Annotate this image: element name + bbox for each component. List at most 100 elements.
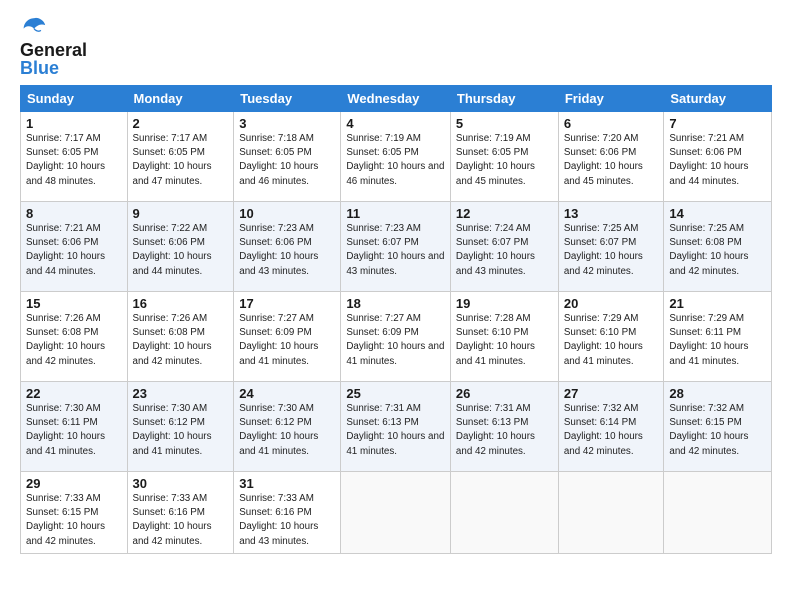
calendar-cell: 27 Sunrise: 7:32 AM Sunset: 6:14 PM Dayl… [558,382,664,472]
calendar-cell: 8 Sunrise: 7:21 AM Sunset: 6:06 PM Dayli… [21,202,128,292]
day-info: Sunrise: 7:31 AM Sunset: 6:13 PM Dayligh… [346,402,445,459]
day-number: 5 [456,116,553,131]
col-header-friday: Friday [558,86,664,112]
day-info: Sunrise: 7:20 AM Sunset: 6:06 PM Dayligh… [564,132,659,189]
calendar-cell: 7 Sunrise: 7:21 AM Sunset: 6:06 PM Dayli… [664,112,772,202]
calendar-week-1: 1 Sunrise: 7:17 AM Sunset: 6:05 PM Dayli… [21,112,772,202]
day-number: 22 [26,386,122,401]
day-info: Sunrise: 7:25 AM Sunset: 6:07 PM Dayligh… [564,222,659,279]
day-info: Sunrise: 7:29 AM Sunset: 6:10 PM Dayligh… [564,312,659,369]
day-info: Sunrise: 7:27 AM Sunset: 6:09 PM Dayligh… [239,312,335,369]
day-number: 8 [26,206,122,221]
day-number: 31 [239,476,335,491]
calendar-cell: 10 Sunrise: 7:23 AM Sunset: 6:06 PM Dayl… [234,202,341,292]
day-number: 15 [26,296,122,311]
calendar-week-2: 8 Sunrise: 7:21 AM Sunset: 6:06 PM Dayli… [21,202,772,292]
calendar-cell: 18 Sunrise: 7:27 AM Sunset: 6:09 PM Dayl… [341,292,451,382]
day-info: Sunrise: 7:30 AM Sunset: 6:11 PM Dayligh… [26,402,122,459]
day-number: 6 [564,116,659,131]
day-number: 23 [133,386,229,401]
day-info: Sunrise: 7:23 AM Sunset: 6:07 PM Dayligh… [346,222,445,279]
day-number: 26 [456,386,553,401]
calendar-cell [558,472,664,554]
logo: General Blue [20,16,87,77]
day-number: 19 [456,296,553,311]
calendar-cell: 1 Sunrise: 7:17 AM Sunset: 6:05 PM Dayli… [21,112,128,202]
day-number: 17 [239,296,335,311]
col-header-sunday: Sunday [21,86,128,112]
day-info: Sunrise: 7:21 AM Sunset: 6:06 PM Dayligh… [669,132,766,189]
day-number: 10 [239,206,335,221]
calendar-cell: 25 Sunrise: 7:31 AM Sunset: 6:13 PM Dayl… [341,382,451,472]
day-number: 9 [133,206,229,221]
calendar-cell: 20 Sunrise: 7:29 AM Sunset: 6:10 PM Dayl… [558,292,664,382]
day-number: 4 [346,116,445,131]
calendar-cell: 16 Sunrise: 7:26 AM Sunset: 6:08 PM Dayl… [127,292,234,382]
day-number: 11 [346,206,445,221]
day-number: 18 [346,296,445,311]
day-info: Sunrise: 7:28 AM Sunset: 6:10 PM Dayligh… [456,312,553,369]
day-info: Sunrise: 7:27 AM Sunset: 6:09 PM Dayligh… [346,312,445,369]
day-number: 28 [669,386,766,401]
day-number: 13 [564,206,659,221]
day-info: Sunrise: 7:18 AM Sunset: 6:05 PM Dayligh… [239,132,335,189]
calendar-cell: 6 Sunrise: 7:20 AM Sunset: 6:06 PM Dayli… [558,112,664,202]
calendar-cell: 28 Sunrise: 7:32 AM Sunset: 6:15 PM Dayl… [664,382,772,472]
day-info: Sunrise: 7:29 AM Sunset: 6:11 PM Dayligh… [669,312,766,369]
day-info: Sunrise: 7:25 AM Sunset: 6:08 PM Dayligh… [669,222,766,279]
day-info: Sunrise: 7:26 AM Sunset: 6:08 PM Dayligh… [26,312,122,369]
col-header-thursday: Thursday [450,86,558,112]
day-info: Sunrise: 7:30 AM Sunset: 6:12 PM Dayligh… [239,402,335,459]
day-number: 27 [564,386,659,401]
calendar-cell: 30 Sunrise: 7:33 AM Sunset: 6:16 PM Dayl… [127,472,234,554]
col-header-saturday: Saturday [664,86,772,112]
day-info: Sunrise: 7:17 AM Sunset: 6:05 PM Dayligh… [133,132,229,189]
day-number: 3 [239,116,335,131]
calendar-week-3: 15 Sunrise: 7:26 AM Sunset: 6:08 PM Dayl… [21,292,772,382]
calendar-cell: 23 Sunrise: 7:30 AM Sunset: 6:12 PM Dayl… [127,382,234,472]
calendar-cell [450,472,558,554]
calendar-cell: 19 Sunrise: 7:28 AM Sunset: 6:10 PM Dayl… [450,292,558,382]
calendar-cell: 13 Sunrise: 7:25 AM Sunset: 6:07 PM Dayl… [558,202,664,292]
calendar-cell: 14 Sunrise: 7:25 AM Sunset: 6:08 PM Dayl… [664,202,772,292]
day-number: 2 [133,116,229,131]
calendar-cell: 22 Sunrise: 7:30 AM Sunset: 6:11 PM Dayl… [21,382,128,472]
logo-blue: Blue [20,59,87,77]
page: General Blue SundayMondayTuesdayWednesda… [0,0,792,564]
calendar-cell: 21 Sunrise: 7:29 AM Sunset: 6:11 PM Dayl… [664,292,772,382]
day-number: 20 [564,296,659,311]
day-info: Sunrise: 7:30 AM Sunset: 6:12 PM Dayligh… [133,402,229,459]
calendar-cell: 17 Sunrise: 7:27 AM Sunset: 6:09 PM Dayl… [234,292,341,382]
logo-general: General [20,40,87,60]
header: General Blue [20,16,772,77]
calendar-week-4: 22 Sunrise: 7:30 AM Sunset: 6:11 PM Dayl… [21,382,772,472]
calendar-cell: 29 Sunrise: 7:33 AM Sunset: 6:15 PM Dayl… [21,472,128,554]
day-info: Sunrise: 7:23 AM Sunset: 6:06 PM Dayligh… [239,222,335,279]
day-number: 25 [346,386,445,401]
day-info: Sunrise: 7:19 AM Sunset: 6:05 PM Dayligh… [346,132,445,189]
day-number: 12 [456,206,553,221]
calendar-cell: 12 Sunrise: 7:24 AM Sunset: 6:07 PM Dayl… [450,202,558,292]
calendar-cell: 24 Sunrise: 7:30 AM Sunset: 6:12 PM Dayl… [234,382,341,472]
day-number: 24 [239,386,335,401]
day-info: Sunrise: 7:32 AM Sunset: 6:14 PM Dayligh… [564,402,659,459]
day-number: 21 [669,296,766,311]
day-info: Sunrise: 7:21 AM Sunset: 6:06 PM Dayligh… [26,222,122,279]
day-number: 14 [669,206,766,221]
calendar-cell: 4 Sunrise: 7:19 AM Sunset: 6:05 PM Dayli… [341,112,451,202]
day-info: Sunrise: 7:32 AM Sunset: 6:15 PM Dayligh… [669,402,766,459]
col-header-monday: Monday [127,86,234,112]
calendar-cell: 9 Sunrise: 7:22 AM Sunset: 6:06 PM Dayli… [127,202,234,292]
day-info: Sunrise: 7:33 AM Sunset: 6:16 PM Dayligh… [239,492,335,549]
day-number: 1 [26,116,122,131]
day-number: 30 [133,476,229,491]
day-info: Sunrise: 7:17 AM Sunset: 6:05 PM Dayligh… [26,132,122,189]
col-header-tuesday: Tuesday [234,86,341,112]
calendar-header-row: SundayMondayTuesdayWednesdayThursdayFrid… [21,86,772,112]
day-info: Sunrise: 7:24 AM Sunset: 6:07 PM Dayligh… [456,222,553,279]
calendar-cell: 31 Sunrise: 7:33 AM Sunset: 6:16 PM Dayl… [234,472,341,554]
calendar-cell [664,472,772,554]
calendar-cell: 11 Sunrise: 7:23 AM Sunset: 6:07 PM Dayl… [341,202,451,292]
calendar-cell: 3 Sunrise: 7:18 AM Sunset: 6:05 PM Dayli… [234,112,341,202]
day-info: Sunrise: 7:26 AM Sunset: 6:08 PM Dayligh… [133,312,229,369]
